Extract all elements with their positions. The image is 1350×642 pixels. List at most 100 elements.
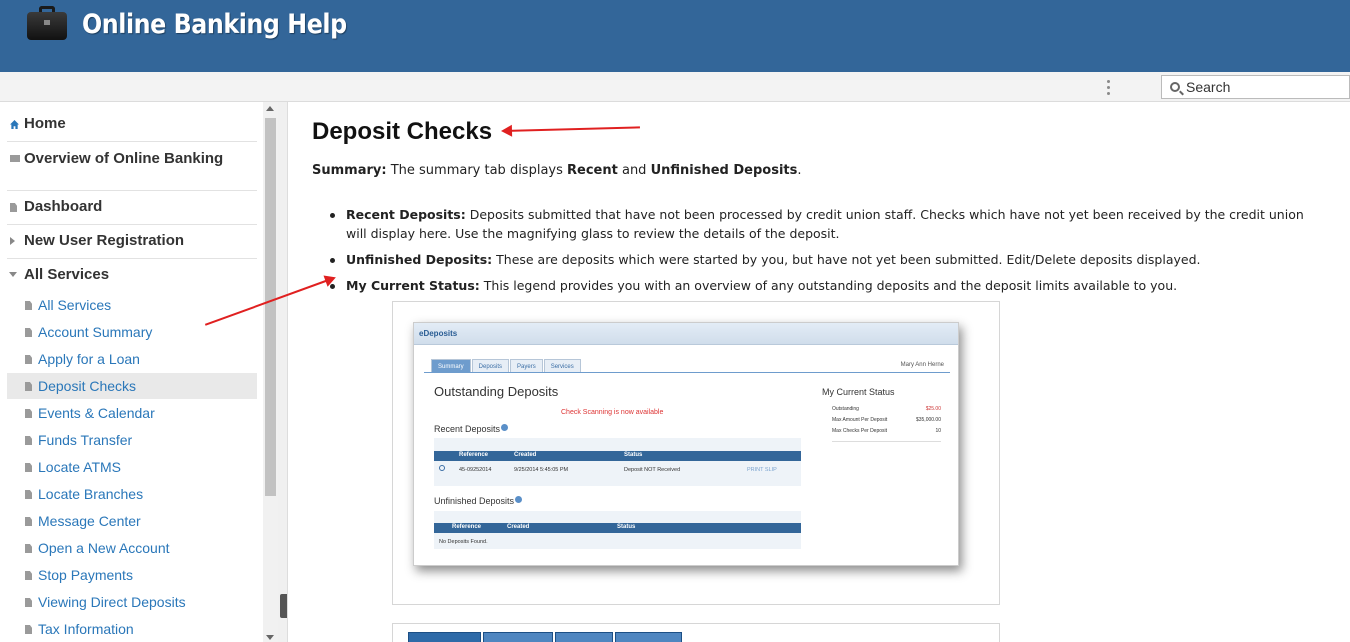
sidebar-subitem-apply-for-a-loan[interactable]: Apply for a Loan	[7, 346, 257, 372]
unfinished-deposits-heading: Unfinished Deposits	[434, 496, 523, 506]
app-header: Online Banking Help	[0, 0, 1350, 72]
document-icon	[25, 544, 32, 553]
sidebar-subitem-label: Events & Calendar	[38, 405, 155, 421]
scrollbar-thumb[interactable]	[265, 118, 276, 496]
bullet-label: Recent Deposits:	[346, 207, 466, 222]
document-icon	[25, 517, 32, 526]
bullet-text: These are deposits which were started by…	[492, 252, 1201, 267]
tab-summary: Summary	[431, 359, 471, 373]
sidebar-scrollbar[interactable]	[263, 102, 278, 642]
chevron-down-icon	[9, 272, 17, 277]
sidebar-subitem-label: Open a New Account	[38, 540, 170, 556]
sidebar-item-label: New User Registration	[24, 232, 185, 249]
page-title: Deposit Checks	[312, 118, 493, 145]
sidebar-subitem-tax-information[interactable]: Tax Information	[7, 616, 257, 642]
document-icon	[10, 203, 17, 212]
sidebar-subitem-stop-payments[interactable]: Stop Payments	[7, 562, 257, 588]
sidebar-subitem-label: Tax Information	[38, 621, 134, 637]
document-icon	[25, 409, 32, 418]
chevron-right-icon	[10, 237, 15, 245]
col-created: Created	[507, 524, 530, 530]
row-status: Deposit NOT Received	[624, 467, 681, 473]
recent-deposits-label: Recent Deposits	[434, 424, 501, 434]
sidebar-subitem-label: Deposit Checks	[38, 378, 137, 394]
more-options-icon[interactable]	[1107, 80, 1113, 98]
status-label: Outstanding	[832, 406, 859, 412]
bullet-unfinished-deposits: Unfinished Deposits: These are deposits …	[330, 250, 1316, 269]
current-status-heading: My Current Status	[822, 387, 895, 397]
recent-table-header: Reference Created Status	[434, 451, 801, 461]
sidebar-subitem-events-calendar[interactable]: Events & Calendar	[7, 400, 257, 426]
sidebar-subitem-label: Message Center	[38, 513, 141, 529]
unfinished-table-header: Reference Created Status	[434, 523, 801, 533]
status-value: $25.00	[925, 406, 941, 412]
sidebar-subitem-viewing-direct-deposits[interactable]: Viewing Direct Deposits	[7, 589, 257, 615]
sidebar-subitem-locate-atms[interactable]: Locate ATMS	[7, 454, 257, 480]
sidebar-subitem-locate-branches[interactable]: Locate Branches	[7, 481, 257, 507]
scroll-down-icon[interactable]	[266, 635, 274, 640]
status-divider	[832, 441, 941, 442]
sidebar-subitem-open-a-new-account[interactable]: Open a New Account	[7, 535, 257, 561]
info-icon	[515, 496, 523, 503]
main-content: Deposit Checks Summary: The summary tab …	[287, 102, 1350, 642]
status-value: 10	[935, 428, 941, 434]
status-value: $35,000.00	[915, 417, 941, 423]
status-label: Max Checks Per Deposit	[832, 428, 888, 434]
sidebar-item-label: Overview of Online Banking	[24, 150, 224, 167]
sidebar-subitem-all-services[interactable]: All Services	[7, 292, 257, 318]
user-name: Mary Ann Herne	[900, 362, 944, 368]
sidebar-item-label: All Services	[24, 266, 110, 283]
scroll-up-icon[interactable]	[266, 106, 274, 111]
bullet-text: Deposits submitted that have not been pr…	[346, 207, 1304, 241]
col-reference: Reference	[452, 524, 482, 530]
sidebar-subitem-deposit-checks[interactable]: Deposit Checks	[7, 373, 257, 399]
edeposits-title: eDeposits	[419, 329, 458, 338]
bullet-text: This legend provides you with an overvie…	[479, 278, 1178, 293]
sidebar-item-dashboard[interactable]: Dashboard	[7, 199, 257, 225]
summary-label: Summary:	[312, 163, 387, 178]
app-title: Online Banking Help	[82, 9, 347, 40]
sidebar-item-all-services[interactable]: All Services	[7, 267, 257, 293]
home-icon	[10, 120, 19, 129]
recent-table-bg	[434, 438, 801, 486]
sidebar-item-label: Dashboard	[24, 198, 103, 215]
row-created: 9/25/2014 5:45:05 PM	[514, 467, 569, 473]
screenshot-frame: eDeposits Summary Deposits Payers Servic…	[392, 301, 1000, 605]
empty-message: No Deposits Found.	[439, 539, 488, 545]
document-icon	[25, 301, 32, 310]
summary-paragraph: Summary: The summary tab displays Recent…	[312, 163, 802, 178]
sidebar-item-new-user-registration[interactable]: New User Registration	[7, 233, 257, 259]
summary-bold-recent: Recent	[567, 163, 618, 178]
status-label: Max Amount Per Deposit	[832, 417, 888, 423]
scan-notice: Check Scanning is now available	[561, 409, 664, 416]
search-icon	[1170, 82, 1180, 92]
sidebar-subitem-label: Account Summary	[38, 324, 153, 340]
search-input[interactable]	[1186, 78, 1346, 96]
document-icon	[25, 598, 32, 607]
sidebar-subitem-message-center[interactable]: Message Center	[7, 508, 257, 534]
edeposits-tabs: Summary Deposits Payers Services	[431, 359, 582, 373]
document-icon	[25, 382, 32, 391]
tab-preview	[615, 632, 682, 642]
sidebar-subitem-funds-transfer[interactable]: Funds Transfer	[7, 427, 257, 453]
sidebar-subitem-label: Locate Branches	[38, 486, 144, 502]
col-status: Status	[624, 452, 643, 458]
sidebar-subitem-label: Stop Payments	[38, 567, 133, 583]
bullet-current-status: My Current Status: This legend provides …	[330, 276, 1316, 295]
sidebar-item-label: Home	[24, 115, 66, 132]
edeposits-screenshot: eDeposits Summary Deposits Payers Servic…	[413, 322, 959, 566]
recent-deposits-heading: Recent Deposits	[434, 424, 509, 434]
document-icon	[25, 490, 32, 499]
outstanding-heading: Outstanding Deposits	[434, 384, 559, 399]
sidebar-item-overview[interactable]: Overview of Online Banking	[7, 151, 257, 191]
bullet-recent-deposits: Recent Deposits: Deposits submitted that…	[330, 205, 1316, 243]
sidebar-subitem-account-summary[interactable]: Account Summary	[7, 319, 257, 345]
briefcase-icon	[27, 6, 67, 40]
tab-preview	[483, 632, 553, 642]
tab-services: Services	[543, 359, 581, 373]
summary-text: .	[797, 163, 802, 178]
search-box[interactable]	[1161, 75, 1350, 99]
document-icon	[25, 625, 32, 634]
sidebar-item-home[interactable]: Home	[7, 116, 257, 142]
col-reference: Reference	[459, 452, 489, 458]
